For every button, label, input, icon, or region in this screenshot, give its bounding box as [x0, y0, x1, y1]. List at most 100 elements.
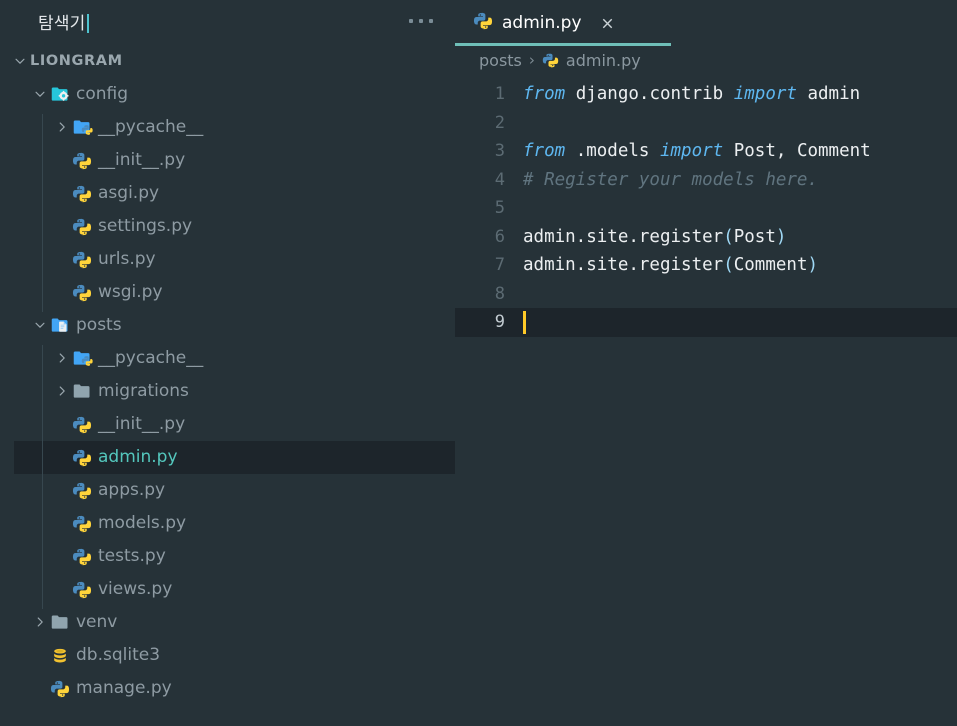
tree-item-label: admin.py — [98, 447, 178, 467]
breadcrumb-item-posts[interactable]: posts — [479, 51, 522, 70]
code-token: import — [733, 84, 797, 105]
root-folder-label: LIONGRAM — [30, 53, 123, 69]
code-line[interactable]: 3 from .models import Post, Comment — [455, 137, 957, 166]
code-line[interactable]: 4 # Register your models here. — [455, 166, 957, 195]
code-text: # Register your models here. — [523, 170, 818, 190]
ellipsis-icon[interactable] — [405, 13, 437, 29]
tree-item-label: venv — [76, 612, 118, 632]
code-token: import — [659, 141, 724, 162]
tree-item-label: config — [76, 84, 129, 104]
code-line[interactable]: 9 — [455, 308, 957, 337]
tree-item-models-py[interactable]: models.py — [0, 507, 455, 540]
explorer-header: 탐색기 — [0, 0, 455, 42]
line-number: 3 — [494, 141, 505, 162]
code-line[interactable]: 8 — [455, 280, 957, 309]
chevron-down-icon[interactable] — [30, 78, 50, 111]
tree-item-tests-py[interactable]: tests.py — [0, 540, 455, 573]
tree-item-label: urls.py — [98, 249, 156, 269]
python-file-icon — [72, 540, 98, 573]
tree-item-config[interactable]: config — [0, 78, 455, 111]
code-line[interactable]: 6 admin.site.register(Post) — [455, 223, 957, 252]
python-file-icon — [72, 507, 98, 540]
tree-item-label: wsgi.py — [98, 282, 163, 302]
tree-item-settings-py[interactable]: settings.py — [0, 210, 455, 243]
python-file-icon — [72, 210, 98, 243]
line-number: 6 — [494, 226, 505, 247]
tree-item-pycache[interactable]: __pycache__ — [0, 111, 455, 144]
chevron-right-icon[interactable] — [52, 111, 72, 144]
line-number: 9 — [494, 312, 505, 333]
code-token: .models — [565, 141, 660, 162]
code-text — [523, 310, 526, 334]
code-token: Post — [733, 226, 776, 247]
explorer-sidebar: 탐색기 LIONGRAM config __pycache__ __init__.py… — [0, 0, 455, 726]
python-file-icon — [72, 474, 98, 507]
indent-guide — [42, 345, 43, 609]
tree-item-urls-py[interactable]: urls.py — [0, 243, 455, 276]
python-file-icon — [473, 11, 493, 36]
code-token: # Register your models here. — [523, 169, 819, 190]
code-token: admin.site.register — [523, 226, 724, 247]
explorer-header-actions — [405, 13, 437, 29]
folder-config-icon — [50, 78, 76, 111]
line-number: 1 — [494, 84, 505, 105]
tab-label: admin.py — [502, 13, 582, 33]
tree-item-label: __init__.py — [98, 150, 186, 170]
explorer-title: 탐색기 — [38, 9, 89, 34]
tree-item-label: views.py — [98, 579, 173, 599]
tree-item-pycache[interactable]: __pycache__ — [0, 342, 455, 375]
tree-item-db-sqlite3[interactable]: db.sqlite3 — [0, 639, 455, 672]
tree-item-init-py[interactable]: __init__.py — [0, 144, 455, 177]
code-text: admin.site.register(Comment) — [523, 255, 818, 275]
code-token: Post, Comment — [723, 141, 871, 162]
chevron-down-icon[interactable] — [10, 45, 30, 78]
tree-item-views-py[interactable]: views.py — [0, 573, 455, 606]
tree-item-venv[interactable]: venv — [0, 606, 455, 639]
tree-item-admin-py[interactable]: admin.py — [0, 441, 455, 474]
editor-group: admin.py posts › admin.py 1 from django.c… — [455, 0, 957, 726]
tree-item-migrations[interactable]: migrations — [0, 375, 455, 408]
tree-item-asgi-py[interactable]: asgi.py — [0, 177, 455, 210]
tree-item-root-liongram[interactable]: LIONGRAM — [0, 45, 455, 78]
chevron-right-icon[interactable] — [30, 606, 50, 639]
chevron-right-icon[interactable] — [52, 375, 72, 408]
breadcrumb-item-admin-py[interactable]: admin.py — [566, 51, 641, 70]
python-file-icon — [72, 144, 98, 177]
code-line[interactable]: 5 — [455, 194, 957, 223]
code-text: from django.contrib import admin — [523, 84, 860, 104]
tree-item-apps-py[interactable]: apps.py — [0, 474, 455, 507]
folder-icon — [72, 375, 98, 408]
code-line[interactable]: 7 admin.site.register(Comment) — [455, 251, 957, 280]
code-token: ) — [807, 255, 819, 276]
code-text: admin.site.register(Post) — [523, 227, 786, 247]
code-editor[interactable]: 1 from django.contrib import admin 2 3 from … — [455, 80, 957, 337]
tree-item-init-py[interactable]: __init__.py — [0, 408, 455, 441]
code-line[interactable]: 2 — [455, 109, 957, 138]
python-file-icon — [72, 441, 98, 474]
tree-item-manage-py[interactable]: manage.py — [0, 672, 455, 705]
close-icon[interactable] — [597, 12, 619, 34]
chevron-right-icon[interactable] — [52, 342, 72, 375]
code-line[interactable]: 1 from django.contrib import admin — [455, 80, 957, 109]
tab-active-indicator — [455, 43, 671, 46]
tree-item-posts[interactable]: posts — [0, 309, 455, 342]
selection-left-gutter — [0, 441, 14, 474]
tab-admin-py[interactable]: admin.py — [455, 0, 671, 46]
python-file-icon — [72, 177, 98, 210]
code-token: django.contrib — [565, 84, 734, 105]
chevron-down-icon[interactable] — [30, 309, 50, 342]
python-file-icon — [72, 243, 98, 276]
python-file-icon — [542, 52, 559, 69]
title-caret — [86, 13, 89, 33]
tree-item-label: manage.py — [76, 678, 172, 698]
tree-item-wsgi-py[interactable]: wsgi.py — [0, 276, 455, 309]
indent-guide — [42, 114, 43, 312]
tree-item-label: migrations — [98, 381, 189, 401]
code-token: from — [523, 141, 566, 162]
line-number: 7 — [494, 255, 505, 276]
